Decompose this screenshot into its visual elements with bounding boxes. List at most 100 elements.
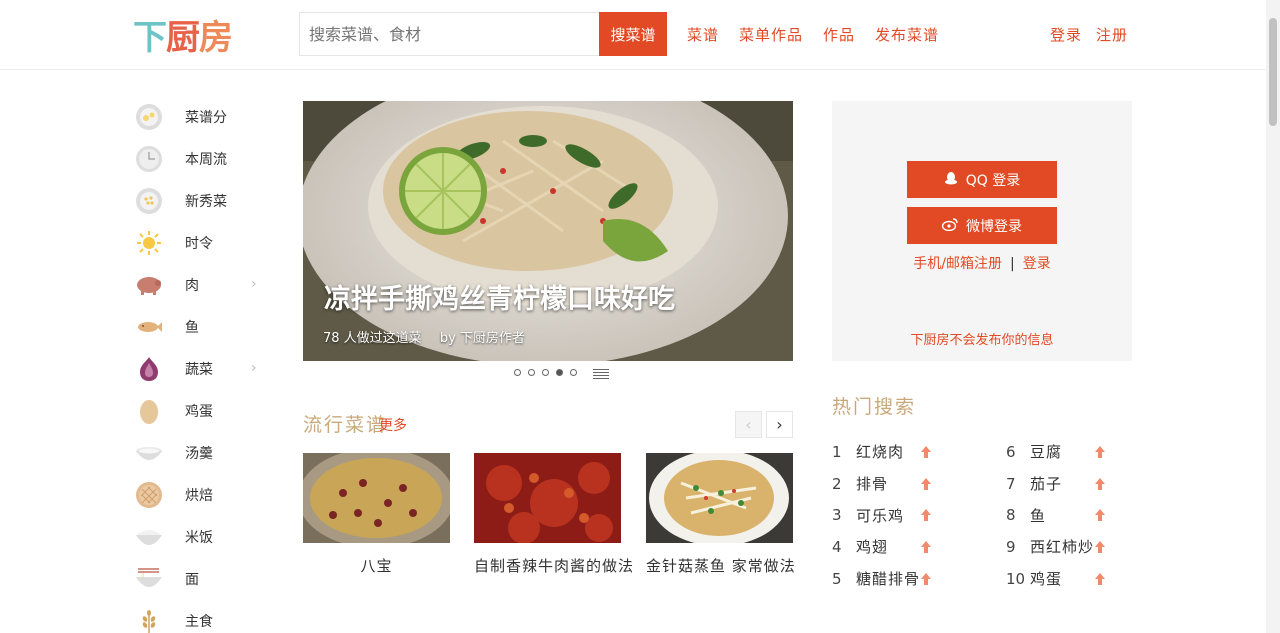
hero-food-photo: [303, 101, 793, 361]
arrow-up-icon: [1095, 446, 1105, 458]
rank-number: 10: [1006, 569, 1026, 588]
hot-search-item[interactable]: 7 茄子: [1006, 468, 1105, 500]
popular-more-link[interactable]: 更多: [379, 415, 407, 435]
login-panel: QQ 登录 微博登录 手机/邮箱注册 | 登录 下厨房不会发布你的信息: [832, 101, 1132, 361]
sidebar-item-label: 主食: [185, 614, 213, 630]
sidebar-item[interactable]: 本周流: [133, 138, 273, 180]
scrollbar-thumb[interactable]: [1269, 18, 1277, 126]
sidebar-item[interactable]: 肉 ›: [133, 264, 273, 306]
arrow-up-icon: [921, 509, 931, 522]
phone-email-register-link[interactable]: 手机/邮箱注册: [913, 256, 1002, 272]
rank-term[interactable]: 鸡蛋: [1030, 568, 1062, 589]
logo-char: 房: [199, 17, 233, 58]
sidebar-item-label: 时令: [185, 236, 213, 252]
rank-term[interactable]: 西红柿炒: [1030, 536, 1094, 557]
site-header: 下 厨 房 搜菜谱 菜谱 菜单作品 作品 发布菜谱 登录 注册: [0, 0, 1280, 70]
arrow-up-icon: [921, 477, 931, 490]
qq-login-label: QQ 登录: [965, 172, 1021, 189]
sidebar-item[interactable]: 鱼: [133, 306, 273, 348]
login-links: 手机/邮箱注册 | 登录: [832, 253, 1132, 273]
sidebar-item[interactable]: 烘焙: [133, 474, 273, 516]
hero-author[interactable]: by 下厨房作者: [440, 331, 525, 346]
rank-number: 9: [1006, 537, 1016, 556]
hero-stats: 78 人做过这道菜: [323, 331, 422, 346]
search-button[interactable]: 搜菜谱: [599, 12, 667, 56]
qq-login-button[interactable]: QQ 登录: [907, 161, 1057, 198]
hot-search-item[interactable]: 6 豆腐: [1006, 436, 1105, 468]
hot-search-item[interactable]: 8鱼: [1006, 499, 1105, 531]
rank-term[interactable]: 鸡翅: [856, 536, 888, 557]
link-separator: |: [1010, 256, 1015, 272]
recipe-card[interactable]: 八宝: [303, 453, 450, 576]
sidebar-item[interactable]: 菜谱分: [133, 96, 273, 138]
sidebar-item-label: 米饭: [185, 530, 213, 546]
rank-term[interactable]: 糖醋排骨: [856, 568, 920, 589]
recipe-caption[interactable]: 金针菇蒸鱼 家常做法: [646, 555, 795, 576]
sidebar-item-label: 新秀菜: [185, 194, 227, 210]
clock-icon: [134, 144, 164, 174]
login-link[interactable]: 登录: [1050, 24, 1082, 45]
rank-term[interactable]: 豆腐: [1030, 441, 1062, 462]
chevron-right-icon: ›: [251, 360, 257, 376]
hot-search-item[interactable]: 4 鸡翅: [832, 531, 931, 563]
nav-recipes[interactable]: 菜谱: [687, 24, 719, 45]
sidebar-item[interactable]: 蔬菜 ›: [133, 348, 273, 390]
hot-search-item[interactable]: 9 西红柿炒: [1006, 531, 1105, 563]
onion-icon: [134, 354, 164, 384]
sidebar-item[interactable]: 面: [133, 558, 273, 600]
page-scrollbar[interactable]: [1266, 0, 1280, 633]
hero-title[interactable]: 凉拌手撕鸡丝青柠檬口味好吃: [324, 277, 675, 316]
hot-search-item[interactable]: 5 糖醋排骨: [832, 563, 931, 595]
soup-bowl-icon: [134, 438, 164, 468]
hero-slide[interactable]: 凉拌手撕鸡丝青柠檬口味好吃 78 人做过这道菜 by 下厨房作者: [303, 101, 793, 361]
rank-number: 4: [832, 537, 842, 556]
sidebar-item[interactable]: 时令: [133, 222, 273, 264]
recipe-image: [303, 453, 450, 543]
slider-dot[interactable]: [514, 369, 521, 376]
carousel-prev-button[interactable]: ‹: [735, 411, 762, 438]
rank-term[interactable]: 鱼: [1030, 505, 1046, 526]
search-input[interactable]: [299, 12, 599, 56]
rank-term[interactable]: 红烧肉: [856, 441, 904, 462]
nav-menus[interactable]: 菜单作品: [739, 24, 803, 45]
arrow-up-icon: [921, 446, 931, 458]
sidebar-item[interactable]: 新秀菜: [133, 180, 273, 222]
hot-search-item[interactable]: 10 鸡蛋: [1006, 563, 1105, 595]
slider-dot[interactable]: [542, 369, 549, 376]
sidebar-item-label: 菜谱分: [185, 110, 227, 126]
list-icon[interactable]: [593, 369, 609, 381]
wheat-icon: [134, 606, 164, 633]
sidebar-item[interactable]: 汤羹: [133, 432, 273, 474]
slider-dot[interactable]: [570, 369, 577, 376]
rank-term[interactable]: 茄子: [1030, 473, 1062, 494]
hot-search-item[interactable]: 2 排骨: [832, 468, 931, 500]
hot-search-item[interactable]: 1 红烧肉: [832, 436, 931, 468]
recipe-caption[interactable]: 八宝: [303, 555, 450, 576]
register-link[interactable]: 注册: [1096, 24, 1128, 45]
sidebar-item[interactable]: 鸡蛋: [133, 390, 273, 432]
recipe-caption[interactable]: 自制香辣牛肉酱的做法: [474, 555, 633, 576]
arrow-up-icon: [921, 541, 931, 554]
hot-search-column-right: 6 豆腐 7 茄子 8鱼 9 西红柿炒 10 鸡蛋: [1006, 436, 1105, 595]
weibo-login-button[interactable]: 微博登录: [907, 207, 1057, 244]
nav-publish-recipe[interactable]: 发布菜谱: [875, 24, 939, 45]
panel-login-link[interactable]: 登录: [1023, 256, 1051, 272]
site-logo[interactable]: 下 厨 房: [133, 14, 233, 58]
rank-term[interactable]: 可乐鸡: [856, 505, 904, 526]
nav-works[interactable]: 作品: [823, 24, 855, 45]
recipe-card[interactable]: 金针菇蒸鱼 家常做法: [646, 453, 795, 576]
fish-icon: [134, 312, 164, 342]
login-note: 下厨房不会发布你的信息: [910, 333, 1054, 348]
hot-search-item[interactable]: 3 可乐鸡: [832, 499, 931, 531]
sidebar-item[interactable]: 米饭: [133, 516, 273, 558]
slider-dot-active[interactable]: [556, 369, 563, 376]
rank-number: 6: [1006, 442, 1016, 461]
chevron-left-icon: ‹: [745, 415, 752, 434]
sidebar-item[interactable]: 主食: [133, 600, 273, 633]
carousel-next-button[interactable]: ›: [766, 411, 793, 438]
eggs-plate-icon: [134, 102, 164, 132]
weibo-icon: [941, 217, 958, 235]
recipe-card[interactable]: 自制香辣牛肉酱的做法: [474, 453, 633, 576]
slider-dot[interactable]: [528, 369, 535, 376]
rank-term[interactable]: 排骨: [856, 473, 888, 494]
